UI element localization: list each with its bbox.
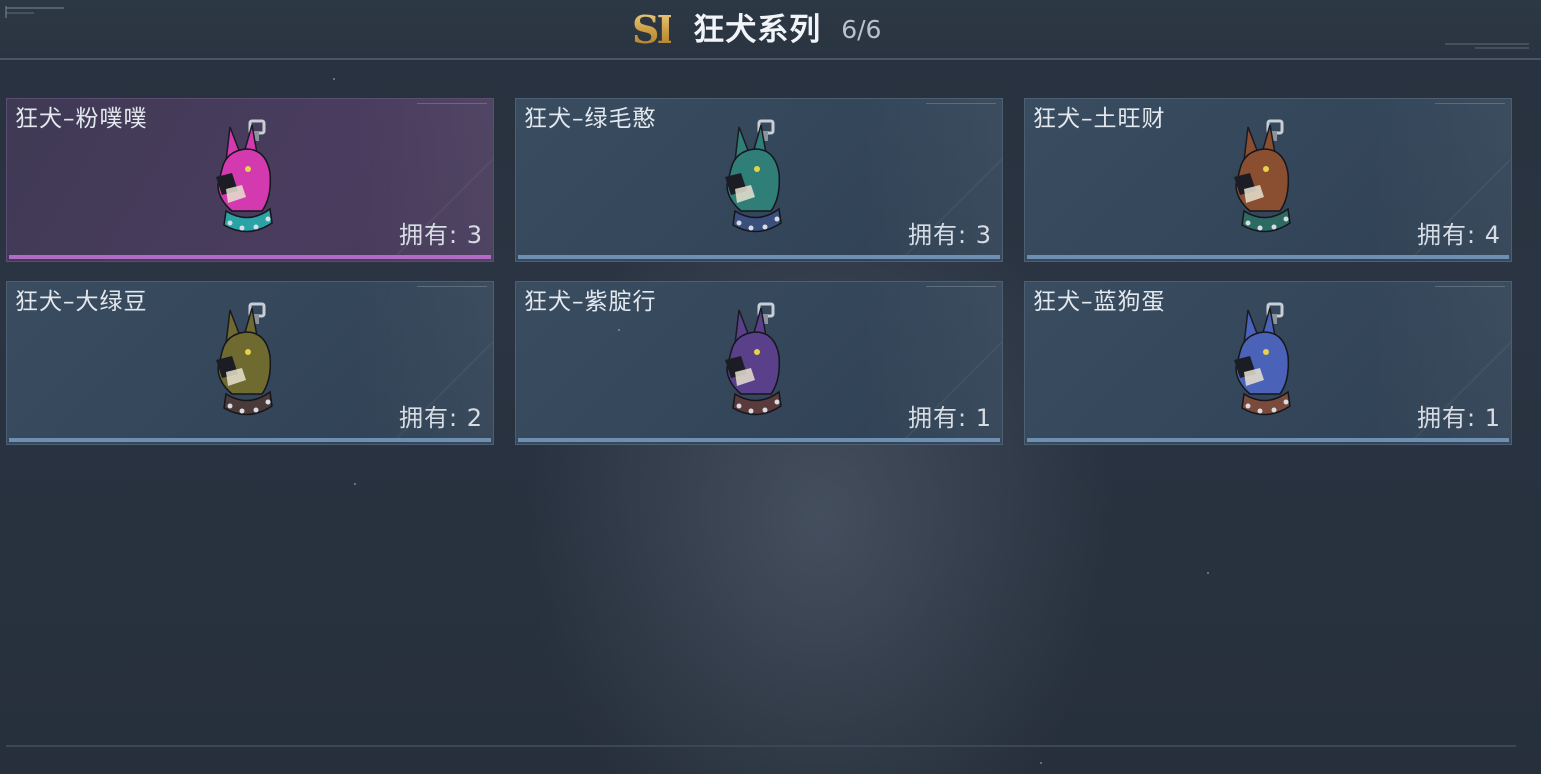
item-card[interactable]: 狂犬–绿毛憨 拥有: 3 xyxy=(515,98,1003,262)
header-title-group: SI 狂犬系列 6/6 xyxy=(632,8,881,52)
dust-particle xyxy=(333,78,335,80)
dog-head-icon xyxy=(216,119,273,233)
card-corner-decoration xyxy=(417,103,487,110)
owned-count: 拥有: 3 xyxy=(399,221,483,249)
page-title: 狂犬系列 xyxy=(693,12,822,48)
dog-head-icon xyxy=(725,119,782,233)
owned-count: 拥有: 3 xyxy=(908,221,992,249)
card-corner-decoration xyxy=(1435,103,1505,110)
rarity-bar xyxy=(9,438,491,442)
item-name: 狂犬–紫腚行 xyxy=(524,289,657,315)
dust-particle xyxy=(354,483,356,485)
item-name: 狂犬–绿毛憨 xyxy=(524,106,657,132)
item-name: 狂犬–大绿豆 xyxy=(15,289,148,315)
item-name: 狂犬–蓝狗蛋 xyxy=(1033,289,1166,315)
rarity-bar xyxy=(518,255,1000,259)
divider xyxy=(6,745,1516,747)
card-corner-decoration xyxy=(417,286,487,293)
owned-count: 拥有: 4 xyxy=(1417,221,1501,249)
item-card[interactable]: 狂犬–粉噗噗 拥有: 3 xyxy=(6,98,494,262)
dog-head-icon xyxy=(1234,302,1291,416)
dust-particle xyxy=(618,329,620,331)
dog-head-icon xyxy=(1234,119,1291,233)
item-card[interactable]: 狂犬–大绿豆 拥有: 2 xyxy=(6,281,494,445)
card-corner-decoration xyxy=(926,286,996,293)
dust-particle xyxy=(1040,762,1042,764)
owned-count: 拥有: 2 xyxy=(399,404,483,432)
owned-count: 拥有: 1 xyxy=(908,404,992,432)
corner-decoration-icon xyxy=(5,6,64,18)
card-corner-decoration xyxy=(1435,286,1505,293)
header-bar: SI 狂犬系列 6/6 xyxy=(0,0,1541,60)
rarity-bar xyxy=(1027,255,1509,259)
item-card[interactable]: 狂犬–紫腚行 拥有: 1 xyxy=(515,281,1003,445)
owned-count: 拥有: 1 xyxy=(1417,404,1501,432)
item-name: 狂犬–粉噗噗 xyxy=(15,106,148,132)
item-grid: 狂犬–粉噗噗 拥有: 3 狂犬–绿毛憨 拥有: 3 狂犬–土旺财 拥有: 4 狂… xyxy=(6,98,1516,446)
season-logo: SI xyxy=(632,7,674,52)
item-name: 狂犬–土旺财 xyxy=(1033,106,1166,132)
dog-head-icon xyxy=(216,302,273,416)
item-card[interactable]: 狂犬–土旺财 拥有: 4 xyxy=(1024,98,1512,262)
dog-head-icon xyxy=(725,302,782,416)
item-card[interactable]: 狂犬–蓝狗蛋 拥有: 1 xyxy=(1024,281,1512,445)
corner-decoration-icon xyxy=(1445,43,1529,49)
card-corner-decoration xyxy=(926,103,996,110)
dust-particle xyxy=(1207,572,1209,574)
rarity-bar xyxy=(518,438,1000,442)
collection-progress: 6/6 xyxy=(841,15,882,44)
rarity-bar xyxy=(9,255,491,259)
rarity-bar xyxy=(1027,438,1509,442)
